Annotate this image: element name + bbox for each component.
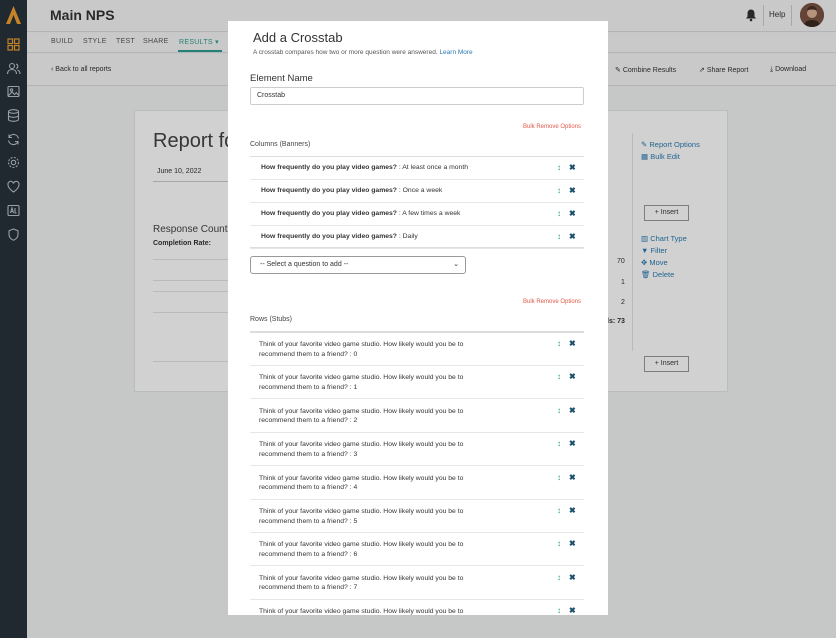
- row-item-text: Think of your favorite video game studio…: [259, 508, 464, 525]
- answer-text: : Daily: [396, 233, 418, 240]
- drag-handle-icon[interactable]: ↕: [557, 606, 561, 615]
- learn-more-link[interactable]: Learn More: [439, 49, 472, 56]
- select-value: -- Select a question to add --: [260, 261, 349, 268]
- modal-title: Add a Crosstab: [253, 30, 343, 45]
- column-item-text: How frequently do you play video games? …: [261, 210, 460, 217]
- row-item: Think of your favorite video game studio…: [250, 566, 584, 600]
- row-item: Think of your favorite video game studio…: [250, 366, 584, 400]
- chevron-down-icon: ⌄: [453, 261, 459, 268]
- question-text: How frequently do you play video games?: [261, 210, 397, 217]
- row-item: Think of your favorite video game studio…: [250, 399, 584, 433]
- row-item-text: Think of your favorite video game studio…: [259, 541, 464, 558]
- drag-handle-icon[interactable]: ↕: [557, 186, 561, 195]
- column-item-text: How frequently do you play video games? …: [261, 233, 418, 240]
- drag-handle-icon[interactable]: ↕: [557, 506, 561, 515]
- column-item-text: How frequently do you play video games? …: [261, 187, 442, 194]
- remove-icon[interactable]: ✖: [569, 339, 576, 348]
- column-item-text: How frequently do you play video games? …: [261, 164, 468, 171]
- modal-description: A crosstab compares how two or more ques…: [253, 49, 473, 56]
- column-item: How frequently do you play video games? …: [250, 226, 584, 249]
- row-item-text: Think of your favorite video game studio…: [259, 341, 464, 358]
- bulk-remove-rows-link[interactable]: Bulk Remove Options: [523, 299, 581, 305]
- bulk-remove-columns-link[interactable]: Bulk Remove Options: [523, 124, 581, 130]
- remove-icon[interactable]: ✖: [569, 506, 576, 515]
- column-item: How frequently do you play video games? …: [250, 203, 584, 226]
- remove-icon[interactable]: ✖: [569, 539, 576, 548]
- remove-icon[interactable]: ✖: [569, 473, 576, 482]
- row-item-text: Think of your favorite video game studio…: [259, 574, 464, 592]
- question-text: How frequently do you play video games?: [261, 233, 397, 240]
- element-name-label: Element Name: [250, 73, 313, 84]
- remove-icon[interactable]: ✖: [569, 439, 576, 448]
- column-item: How frequently do you play video games? …: [250, 180, 584, 203]
- description-text: A crosstab compares how two or more ques…: [253, 49, 438, 56]
- remove-icon[interactable]: ✖: [569, 232, 576, 241]
- drag-handle-icon[interactable]: ↕: [557, 372, 561, 381]
- row-item-text: Think of your favorite video game studio…: [259, 474, 464, 492]
- row-item: Think of your favorite video game studio…: [250, 433, 584, 467]
- remove-icon[interactable]: ✖: [569, 606, 576, 615]
- element-name-input[interactable]: Crosstab: [250, 87, 584, 105]
- remove-icon[interactable]: ✖: [569, 163, 576, 172]
- remove-icon[interactable]: ✖: [569, 573, 576, 582]
- row-item-text: Think of your favorite video game studio…: [259, 608, 464, 615]
- remove-icon[interactable]: ✖: [569, 372, 576, 381]
- columns-label: Columns (Banners): [250, 141, 311, 148]
- question-text: How frequently do you play video games?: [261, 187, 397, 194]
- row-item: Think of your favorite video game studio…: [250, 466, 584, 500]
- crosstab-modal: Add a Crosstab A crosstab compares how t…: [228, 21, 608, 615]
- rows-label: Rows (Stubs): [250, 316, 293, 323]
- drag-handle-icon[interactable]: ↕: [557, 439, 561, 448]
- question-text: How frequently do you play video games?: [261, 164, 397, 171]
- drag-handle-icon[interactable]: ↕: [557, 473, 561, 482]
- drag-handle-icon[interactable]: ↕: [557, 539, 561, 548]
- row-item: Think of your favorite video game studio…: [250, 600, 584, 615]
- drag-handle-icon[interactable]: ↕: [557, 339, 561, 348]
- answer-text: : At least once a month: [396, 164, 469, 171]
- row-item: Think of your favorite video game studio…: [250, 500, 584, 533]
- question-select[interactable]: -- Select a question to add -- ⌄: [250, 256, 466, 274]
- row-item: Think of your favorite video game studio…: [250, 533, 584, 567]
- row-item-text: Think of your favorite video game studio…: [259, 374, 464, 391]
- remove-icon[interactable]: ✖: [569, 186, 576, 195]
- column-item: How frequently do you play video games? …: [250, 157, 584, 180]
- drag-handle-icon[interactable]: ↕: [557, 163, 561, 172]
- drag-handle-icon[interactable]: ↕: [557, 406, 561, 415]
- drag-handle-icon[interactable]: ↕: [557, 209, 561, 218]
- remove-icon[interactable]: ✖: [569, 406, 576, 415]
- row-item: Think of your favorite video game studio…: [250, 333, 584, 366]
- drag-handle-icon[interactable]: ↕: [557, 573, 561, 582]
- answer-text: : A few times a week: [396, 210, 461, 217]
- remove-icon[interactable]: ✖: [569, 209, 576, 218]
- row-item-text: Think of your favorite video game studio…: [259, 441, 464, 458]
- drag-handle-icon[interactable]: ↕: [557, 232, 561, 241]
- answer-text: : Once a week: [396, 187, 443, 194]
- row-item-text: Think of your favorite video game studio…: [259, 407, 464, 425]
- divider: [250, 247, 584, 248]
